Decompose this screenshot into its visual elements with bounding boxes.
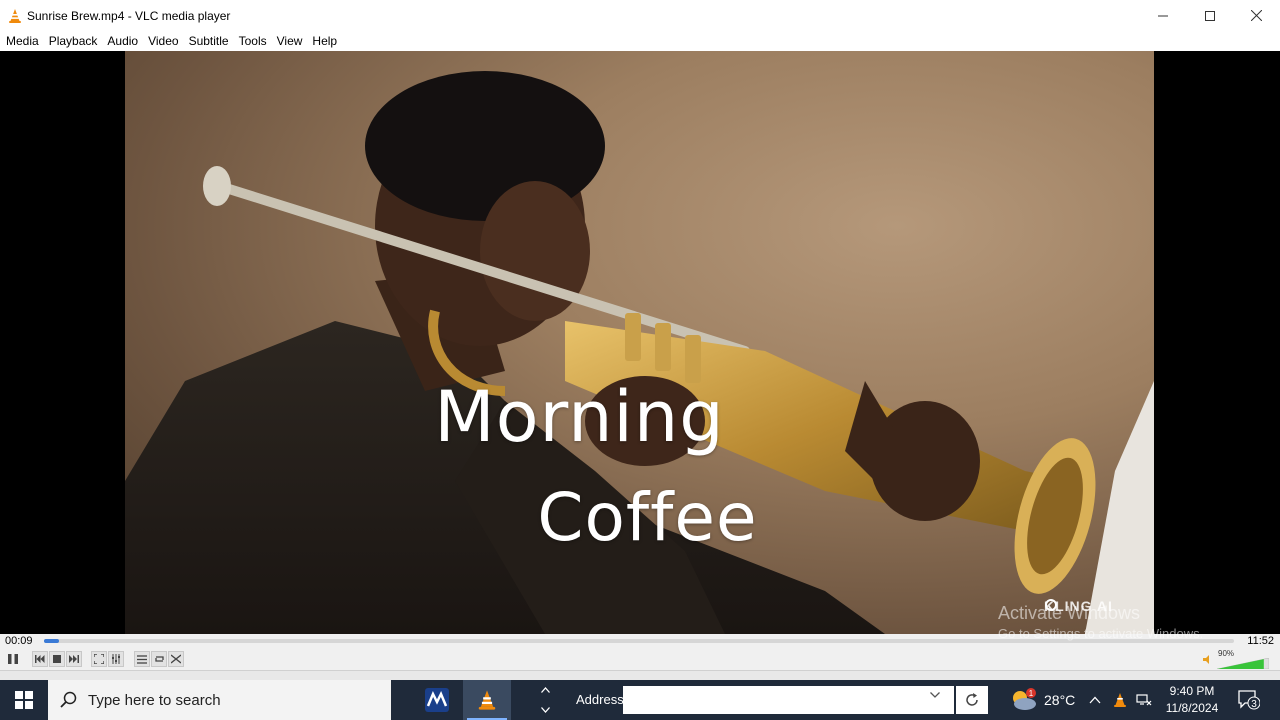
stop-icon bbox=[53, 655, 61, 663]
menu-audio[interactable]: Audio bbox=[102, 31, 143, 51]
clock-time: 9:40 PM bbox=[1169, 684, 1215, 698]
stop-button[interactable] bbox=[49, 651, 65, 667]
weather-temp: 28°C bbox=[1044, 692, 1076, 708]
chevron-down-icon bbox=[540, 707, 550, 713]
window-title: Sunrise Brew.mp4 - VLC media player bbox=[27, 8, 231, 23]
elapsed-time: 00:09 bbox=[5, 635, 33, 647]
search-placeholder: Type here to search bbox=[88, 691, 221, 709]
total-time[interactable]: 11:52 bbox=[1247, 635, 1274, 647]
weather-widget[interactable]: 1 28°C bbox=[1010, 680, 1075, 720]
refresh-icon bbox=[966, 693, 978, 706]
playback-controls: 90% bbox=[0, 648, 1280, 670]
windows-logo-icon bbox=[15, 691, 33, 709]
fullscreen-button[interactable] bbox=[91, 651, 107, 667]
system-clock[interactable]: 9:40 PM 11/8/2024 bbox=[1160, 683, 1224, 717]
loop-icon bbox=[154, 656, 164, 662]
notification-icon: 3 bbox=[1238, 690, 1260, 710]
playlist-button[interactable] bbox=[134, 651, 150, 667]
menu-video[interactable]: Video bbox=[143, 31, 183, 51]
menu-help[interactable]: Help bbox=[307, 31, 342, 51]
vlc-cone-icon bbox=[478, 690, 496, 710]
title-bar: Sunrise Brew.mp4 - VLC media player bbox=[0, 0, 1280, 31]
address-refresh-button[interactable] bbox=[956, 686, 988, 714]
activate-title: Activate Windows bbox=[998, 603, 1141, 623]
app-m-icon bbox=[425, 688, 449, 712]
activate-windows-watermark: Activate Windows Go to Settings to activ… bbox=[998, 603, 1203, 641]
volume-control[interactable]: 90% bbox=[1203, 649, 1273, 669]
shuffle-icon bbox=[171, 654, 181, 664]
taskbar-search[interactable]: Type here to search bbox=[48, 680, 391, 720]
speaker-icon bbox=[1203, 655, 1209, 664]
minimize-button[interactable] bbox=[1139, 0, 1186, 31]
video-frame[interactable]: Morning Coffee KLING AI bbox=[125, 51, 1154, 634]
pause-icon bbox=[8, 654, 18, 664]
menu-media[interactable]: Media bbox=[1, 31, 44, 51]
chevron-up-icon bbox=[540, 687, 550, 693]
tray-vlc[interactable] bbox=[1112, 680, 1128, 720]
weather-cloud-icon: 1 bbox=[1013, 688, 1036, 710]
activate-subtitle: Go to Settings to activate Windows. bbox=[998, 626, 1204, 641]
vlc-cone-icon bbox=[1114, 693, 1126, 707]
chevron-up-icon bbox=[1089, 696, 1101, 704]
menu-tools[interactable]: Tools bbox=[234, 31, 272, 51]
menu-subtitle[interactable]: Subtitle bbox=[184, 31, 234, 51]
subtitle-line-2: Coffee bbox=[537, 479, 758, 556]
volume-percent: 90% bbox=[1218, 649, 1235, 658]
subtitle-line-1: Morning bbox=[434, 376, 725, 458]
extended-settings-button[interactable] bbox=[108, 651, 124, 667]
address-label: Address bbox=[576, 692, 624, 707]
pause-button[interactable] bbox=[4, 651, 22, 667]
minimize-icon bbox=[1157, 15, 1168, 16]
equalizer-icon bbox=[112, 654, 120, 664]
vlc-cone-icon bbox=[9, 8, 21, 23]
previous-button[interactable] bbox=[32, 651, 48, 667]
close-button[interactable] bbox=[1233, 0, 1280, 31]
shuffle-button[interactable] bbox=[168, 651, 184, 667]
close-icon bbox=[1251, 10, 1262, 21]
menu-view[interactable]: View bbox=[272, 31, 308, 51]
address-dropdown-icon[interactable] bbox=[930, 692, 940, 698]
show-hidden-icons[interactable] bbox=[1089, 680, 1101, 720]
fullscreen-icon bbox=[94, 654, 104, 664]
loop-button[interactable] bbox=[151, 651, 167, 667]
next-icon bbox=[69, 655, 79, 663]
next-button[interactable] bbox=[66, 651, 82, 667]
volume-slider[interactable] bbox=[1217, 658, 1269, 669]
previous-icon bbox=[35, 655, 45, 663]
maximize-icon bbox=[1204, 10, 1215, 21]
maximize-button[interactable] bbox=[1186, 0, 1233, 31]
taskbar-app-m[interactable] bbox=[413, 680, 461, 720]
taskbar-app-vlc[interactable] bbox=[463, 680, 511, 720]
address-input[interactable] bbox=[623, 686, 954, 714]
start-button[interactable] bbox=[0, 680, 48, 720]
notification-center-button[interactable]: 3 bbox=[1234, 680, 1264, 720]
network-disconnected-icon bbox=[1136, 694, 1152, 706]
menu-bar: Media Playback Audio Video Subtitle Tool… bbox=[0, 31, 1280, 51]
weather-badge: 1 bbox=[1029, 689, 1034, 698]
status-strip bbox=[0, 670, 1280, 680]
playlist-icon bbox=[137, 654, 147, 664]
tray-network[interactable] bbox=[1136, 680, 1152, 720]
clock-date: 11/8/2024 bbox=[1165, 701, 1219, 715]
menu-playback[interactable]: Playback bbox=[44, 31, 103, 51]
windows-taskbar: Type here to search Address 1 28°C 9:40 … bbox=[0, 680, 1280, 720]
taskbar-scroll[interactable] bbox=[536, 680, 554, 720]
search-icon bbox=[60, 691, 77, 708]
seek-progress bbox=[44, 639, 60, 643]
notification-count: 3 bbox=[1251, 699, 1257, 710]
video-area[interactable]: Morning Coffee KLING AI bbox=[0, 51, 1280, 634]
